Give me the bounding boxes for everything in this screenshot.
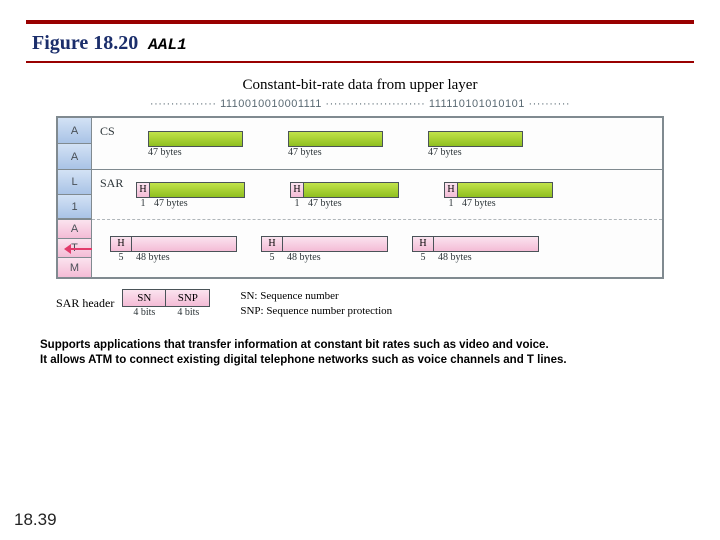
sar-row: SAR H 147 bytes H147 bytes H147 bytes bbox=[92, 170, 662, 220]
sidebar-aal-a1: A bbox=[58, 118, 92, 144]
legend: SAR header SN SNP 4 bits 4 bits SN: Sequ… bbox=[56, 289, 664, 320]
sidebar-atm-m: M bbox=[58, 258, 92, 277]
atm-group: H 5 48 bytes bbox=[110, 236, 237, 263]
description: Supports applications that transfer info… bbox=[40, 338, 680, 369]
layer-frame: A A L 1 A T M CS 47 bytes 47 by bbox=[56, 116, 664, 279]
snp-bits: 4 bits bbox=[166, 307, 210, 318]
atm-row: H 548 bytes H548 bytes H548 bytes bbox=[92, 220, 662, 277]
cs-group: 47 bytes bbox=[148, 131, 243, 158]
sar-payload bbox=[150, 182, 245, 198]
sar-plen: 47 bytes bbox=[154, 198, 188, 209]
figure-name: AAL1 bbox=[148, 36, 186, 54]
sidebar-aal-l: L bbox=[58, 170, 92, 195]
aal1-diagram: Constant-bit-rate data from upper layer … bbox=[56, 77, 664, 320]
sidebar-aal-a2: A bbox=[58, 144, 92, 170]
atm-payload bbox=[132, 236, 237, 252]
sar-label: SAR bbox=[100, 176, 123, 191]
sar-header-label: SAR header bbox=[56, 296, 114, 311]
cs-block bbox=[148, 131, 243, 147]
layer-body: CS 47 bytes 47 bytes 47 bytes SAR bbox=[92, 118, 662, 277]
atm-plen: 48 bytes bbox=[136, 252, 170, 263]
sn-box: SN bbox=[122, 289, 166, 307]
cs-block bbox=[428, 131, 523, 147]
cs-block bbox=[288, 131, 383, 147]
desc-line1: Supports applications that transfer info… bbox=[40, 338, 680, 354]
desc-line2: It allows ATM to connect existing digita… bbox=[40, 353, 680, 369]
cs-label: CS bbox=[100, 124, 115, 139]
figure-number: Figure 18.20 bbox=[32, 32, 138, 55]
page-number: 18.39 bbox=[14, 510, 57, 530]
sar-header: H bbox=[136, 182, 150, 198]
legend-notes: SN: Sequence number SNP: Sequence number… bbox=[240, 289, 392, 320]
sn-desc: SN: Sequence number bbox=[240, 289, 392, 304]
snp-desc: SNP: Sequence number protection bbox=[240, 304, 392, 319]
sar-header-legend: SAR header SN SNP 4 bits 4 bits bbox=[56, 289, 210, 318]
snp-box: SNP bbox=[166, 289, 210, 307]
arrow-left-icon bbox=[64, 244, 92, 254]
atm-hlen: 5 bbox=[110, 252, 132, 263]
sidebar-aal-1: 1 bbox=[58, 195, 92, 220]
upper-layer-title: Constant-bit-rate data from upper layer bbox=[56, 77, 664, 94]
atm-header: H bbox=[110, 236, 132, 252]
figure-title: Figure 18.20 AAL1 bbox=[32, 32, 694, 55]
sidebar-atm-a: A bbox=[58, 220, 92, 239]
bitstream: ················ 1110010010001111 ······… bbox=[56, 98, 664, 110]
cs-row: CS 47 bytes 47 bytes 47 bytes bbox=[92, 118, 662, 170]
sar-hlen: 1 bbox=[136, 198, 150, 209]
title-underline bbox=[26, 61, 694, 63]
sn-bits: 4 bits bbox=[122, 307, 166, 318]
sar-group: H 1 47 bytes bbox=[136, 182, 245, 209]
top-rule bbox=[26, 20, 694, 24]
cs-len: 47 bytes bbox=[148, 147, 182, 158]
